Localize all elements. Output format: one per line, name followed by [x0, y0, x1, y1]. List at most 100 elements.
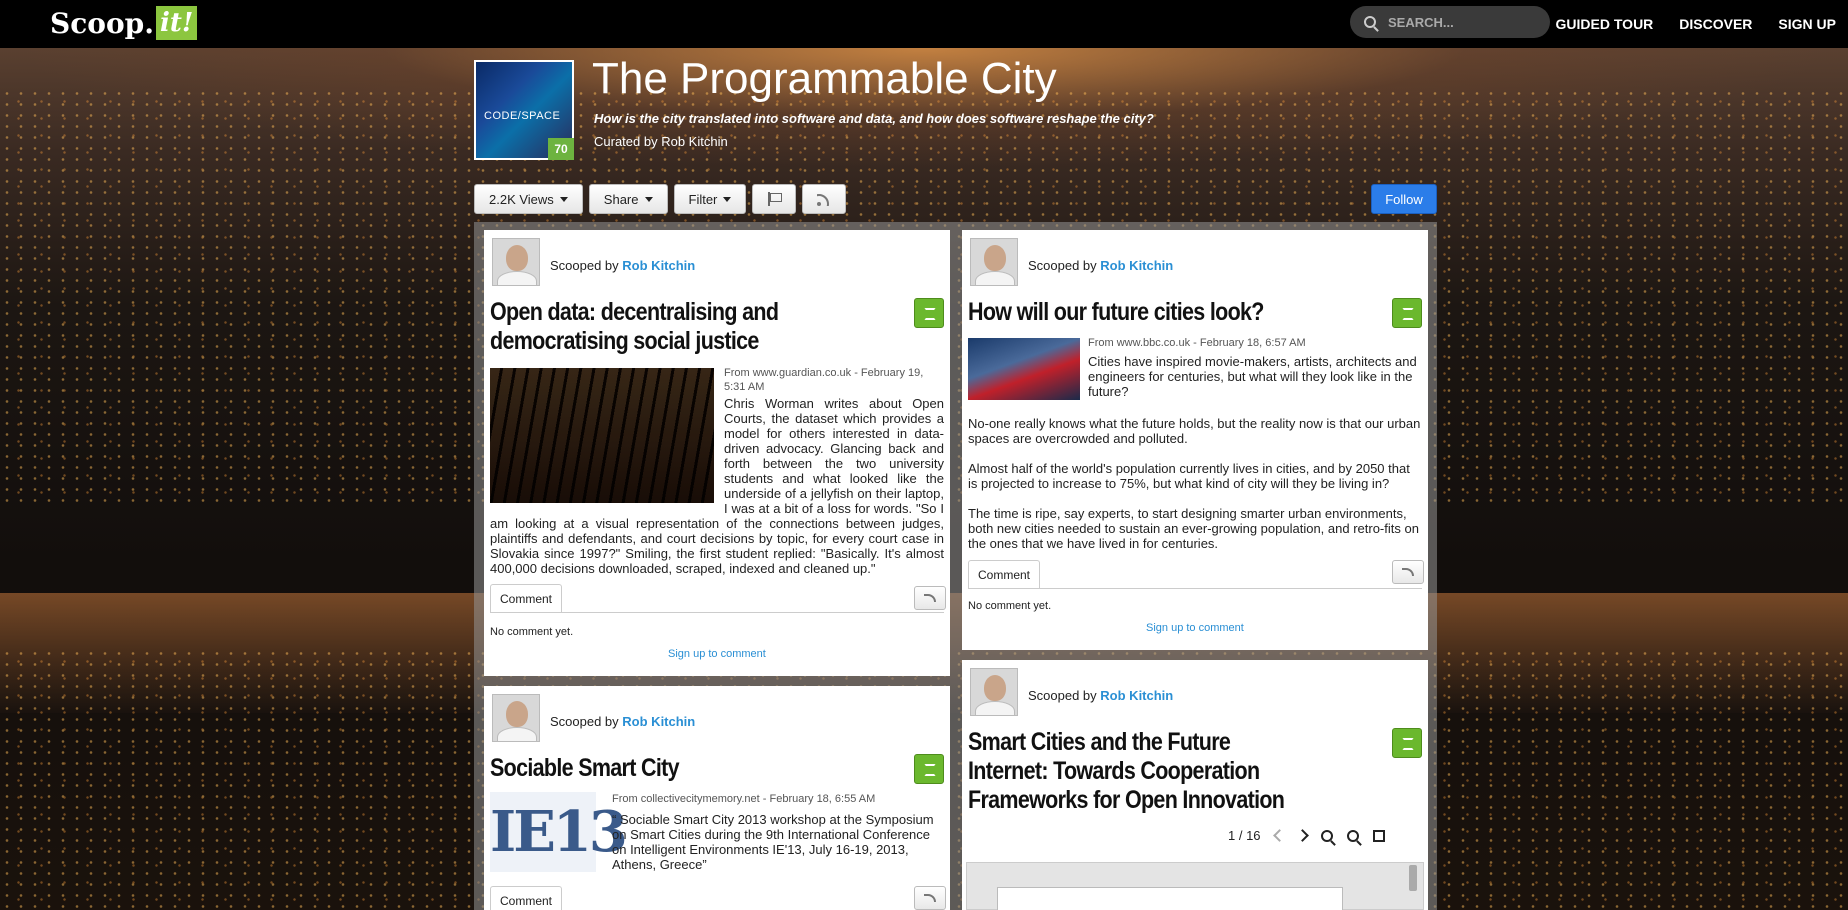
document-scrollbar[interactable]: [1409, 865, 1417, 891]
logo-text: Scoop.: [50, 6, 154, 40]
rescoop-button[interactable]: [1392, 298, 1422, 328]
author-link[interactable]: Rob Kitchin: [622, 258, 695, 273]
share-arrow-icon: [1402, 568, 1414, 576]
rescoop-icon: [924, 308, 936, 320]
post-card: Scooped by Rob Kitchin Smart Cities and …: [962, 660, 1428, 910]
rescoop-button[interactable]: [914, 754, 944, 784]
post-card: Scooped by Rob Kitchin Sociable Smart Ci…: [484, 686, 950, 910]
nav-discover[interactable]: DISCOVER: [1679, 16, 1752, 32]
post-lead: Cities have inspired movie-makers, artis…: [1088, 354, 1417, 399]
post-source: From www.bbc.co.uk - February 18, 6:57 A…: [1088, 337, 1306, 349]
views-label: 2.2K Views: [489, 191, 554, 207]
image-spacer: [490, 396, 724, 506]
caret-down-icon: [644, 196, 653, 202]
scooped-label: Scooped by: [550, 714, 619, 729]
avatar[interactable]: [970, 238, 1018, 286]
curated-by: Curated by Rob Kitchin: [594, 134, 728, 149]
sign-up-to-comment-link[interactable]: Sign up to comment: [1146, 622, 1244, 634]
rescoop-icon: [1402, 738, 1414, 750]
comment-tab[interactable]: Comment: [490, 886, 562, 910]
post-body: Chris Worman writes about Open Courts, t…: [490, 396, 944, 576]
author-link[interactable]: Rob Kitchin: [622, 714, 695, 729]
rescoop-button[interactable]: [914, 298, 944, 328]
share-post-button[interactable]: [914, 586, 946, 610]
scooped-label: Scooped by: [1028, 258, 1097, 273]
post-image[interactable]: IE13: [490, 792, 628, 872]
author-link[interactable]: Rob Kitchin: [1100, 258, 1173, 273]
document-viewer[interactable]: [966, 862, 1424, 910]
post-image[interactable]: [968, 338, 1080, 400]
rescoop-button[interactable]: [1392, 728, 1422, 758]
flag-icon: [767, 192, 783, 206]
search-icon: [1364, 16, 1376, 28]
top-nav: GUIDED TOUR DISCOVER SIGN UP: [1556, 0, 1836, 48]
rescoop-icon: [1402, 308, 1414, 320]
next-page-icon[interactable]: [1295, 829, 1309, 842]
post-card: Scooped by Rob Kitchin How will our futu…: [962, 230, 1428, 650]
topic-title: The Programmable City: [592, 54, 1057, 103]
sign-up-to-comment-link[interactable]: Sign up to comment: [668, 648, 766, 660]
share-arrow-icon: [924, 594, 936, 602]
cover-text: CODE/SPACE: [484, 110, 561, 122]
page-indicator: 1 / 16: [1228, 828, 1261, 843]
no-comment-text: No comment yet.: [968, 600, 1052, 612]
search-placeholder: SEARCH...: [1388, 14, 1454, 30]
scooped-by: Scooped by Rob Kitchin: [1028, 258, 1173, 273]
no-comment-text: No comment yet.: [490, 626, 574, 638]
share-post-button[interactable]: [1392, 560, 1424, 584]
avatar[interactable]: [970, 668, 1018, 716]
comment-divider: [968, 588, 1422, 589]
scooped-by: Scooped by Rob Kitchin: [550, 258, 695, 273]
zoom-out-icon[interactable]: [1320, 829, 1333, 842]
author-link[interactable]: Rob Kitchin: [1100, 688, 1173, 703]
post-title[interactable]: Smart Cities and the Future Internet: To…: [968, 728, 1295, 815]
document-viewer-toolbar: 1 / 16: [1228, 828, 1385, 843]
topic-toolbar: 2.2K Views Share Filter: [474, 184, 847, 214]
share-arrow-icon: [924, 894, 936, 902]
filter-dropdown[interactable]: Filter: [673, 184, 747, 214]
filter-label: Filter: [688, 191, 718, 207]
scoopit-logo[interactable]: Scoop. it!: [50, 6, 198, 40]
scooped-by: Scooped by Rob Kitchin: [1028, 688, 1173, 703]
rss-icon: [817, 192, 831, 206]
post-body: “ Sociable Smart City 2013 workshop at t…: [612, 812, 934, 872]
top-bar: Scoop. it! SEARCH... GUIDED TOUR DISCOVE…: [0, 0, 1848, 48]
post-source: From www.guardian.co.uk - February 19, 5…: [724, 367, 924, 393]
caret-down-icon: [723, 196, 732, 202]
avatar[interactable]: [492, 238, 540, 286]
report-button[interactable]: [752, 184, 797, 214]
post-title[interactable]: How will our future cities look?: [968, 298, 1329, 327]
logo-it-badge: it!: [155, 6, 198, 40]
post-source: From collectivecitymemory.net - February…: [612, 793, 876, 805]
comment-tab[interactable]: Comment: [490, 584, 562, 612]
post-paragraph: The time is ripe, say experts, to start …: [968, 506, 1419, 551]
follow-button[interactable]: Follow: [1371, 184, 1437, 214]
scooped-by: Scooped by Rob Kitchin: [550, 714, 695, 729]
post-title[interactable]: Sociable Smart City: [490, 754, 851, 783]
caret-down-icon: [559, 196, 568, 202]
post-paragraph: Almost half of the world's population cu…: [968, 461, 1410, 491]
post-title[interactable]: Open data: decentralising and democratis…: [490, 298, 817, 356]
share-dropdown[interactable]: Share: [588, 184, 668, 214]
document-page: [997, 887, 1343, 910]
comment-divider: [490, 612, 944, 613]
zoom-in-icon[interactable]: [1346, 829, 1359, 842]
topic-score-badge: 70: [548, 138, 574, 160]
share-label: Share: [603, 191, 639, 207]
avatar[interactable]: [492, 694, 540, 742]
rescoop-icon: [924, 764, 936, 776]
post-card: Scooped by Rob Kitchin Open data: decent…: [484, 230, 950, 676]
share-post-button[interactable]: [914, 886, 946, 910]
rss-button[interactable]: [802, 184, 847, 214]
scooped-label: Scooped by: [550, 258, 619, 273]
topic-cover-image[interactable]: CODE/SPACE 70: [474, 60, 574, 160]
previous-page-icon[interactable]: [1272, 829, 1286, 842]
nav-guided-tour[interactable]: GUIDED TOUR: [1556, 16, 1654, 32]
search-box[interactable]: SEARCH...: [1350, 6, 1550, 38]
comment-tab[interactable]: Comment: [968, 560, 1040, 588]
fullscreen-icon[interactable]: [1372, 829, 1385, 842]
topic-subtitle: How is the city translated into software…: [594, 111, 1154, 126]
nav-sign-up[interactable]: SIGN UP: [1778, 16, 1836, 32]
post-paragraph: No-one really knows what the future hold…: [968, 416, 1421, 446]
views-dropdown[interactable]: 2.2K Views: [474, 184, 583, 214]
